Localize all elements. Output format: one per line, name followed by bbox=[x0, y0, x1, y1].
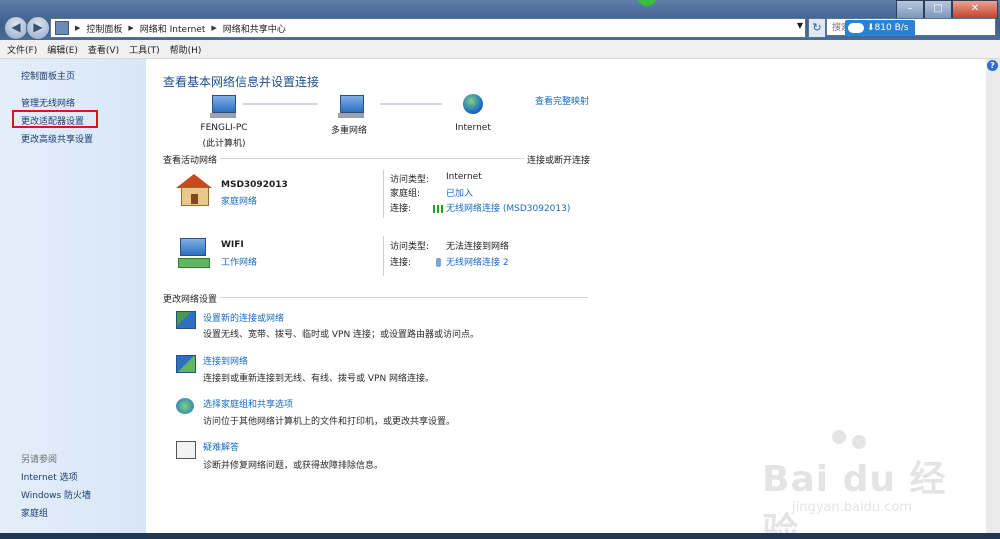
network-type-link[interactable]: 工作网络 bbox=[221, 255, 257, 268]
pc-sub-label: (此计算机) bbox=[202, 139, 246, 149]
connect-disconnect-link[interactable]: 连接或断开连接 bbox=[527, 153, 590, 166]
minimize-button[interactable]: – bbox=[896, 0, 924, 19]
address-dropdown-icon[interactable]: ▼ bbox=[797, 21, 803, 30]
see-also-firewall[interactable]: Windows 防火墙 bbox=[21, 488, 91, 501]
network-type-link[interactable]: 家庭网络 bbox=[221, 194, 257, 207]
access-type-value: Internet bbox=[446, 172, 482, 182]
sidebar-item-manage-wireless[interactable]: 管理无线网络 bbox=[21, 96, 75, 109]
watermark-url: jingyan.baidu.com bbox=[792, 500, 912, 515]
signal-bars-icon bbox=[433, 204, 443, 213]
homegroup-joined-link[interactable]: 已加入 bbox=[446, 186, 473, 199]
sidebar bbox=[0, 59, 146, 539]
menu-view[interactable]: 查看(V) bbox=[88, 43, 119, 56]
internet-label: Internet bbox=[455, 123, 491, 133]
change-settings-heading: 更改网络设置 bbox=[163, 295, 218, 305]
watermark-brand: Bai du 经验 bbox=[762, 459, 947, 539]
menu-bar: 文件(F) 编辑(E) 查看(V) 工具(T) 帮助(H) bbox=[0, 40, 1000, 59]
access-type-value: 无法连接到网络 bbox=[446, 242, 510, 252]
wireless-adapter-icon bbox=[436, 258, 441, 267]
computer-base-icon bbox=[210, 113, 236, 118]
pc-name-label: FENGLI-PC bbox=[200, 123, 248, 133]
network-name: MSD3092013 bbox=[221, 180, 288, 190]
home-network-icon bbox=[176, 174, 212, 206]
breadcrumb-chevron-icon[interactable]: ▶ bbox=[75, 24, 80, 32]
breadcrumb-network-internet[interactable]: 网络和 Internet bbox=[140, 22, 206, 35]
access-type-label: 访问类型: bbox=[390, 242, 430, 252]
address-bar[interactable]: ▶ 控制面板 ▶ 网络和 Internet ▶ 网络和共享中心 ▼ bbox=[50, 18, 806, 38]
speed-widget: ⬇ 810 B/s bbox=[845, 20, 915, 36]
task-troubleshoot-link[interactable]: 疑难解答 bbox=[203, 440, 239, 453]
taskbar-edge bbox=[0, 533, 1000, 539]
section-divider bbox=[220, 158, 524, 159]
wireless-connection-link[interactable]: 无线网络连接 (MSD3092013) bbox=[433, 201, 570, 214]
menu-tools[interactable]: 工具(T) bbox=[129, 43, 160, 56]
window-controls: – □ ✕ bbox=[896, 0, 998, 19]
cloud-icon bbox=[848, 23, 864, 33]
close-button[interactable]: ✕ bbox=[952, 0, 998, 19]
scrollbar[interactable] bbox=[986, 59, 1000, 539]
page-title: 查看基本网络信息并设置连接 bbox=[163, 75, 320, 89]
breadcrumb-chevron-icon[interactable]: ▶ bbox=[128, 24, 133, 32]
vertical-divider bbox=[383, 170, 384, 218]
baidu-watermark: Bai du 经验 jingyan.baidu.com bbox=[762, 430, 962, 539]
connection-label: 连接: bbox=[390, 258, 412, 268]
computer-icon bbox=[212, 95, 236, 113]
control-panel-icon bbox=[55, 21, 69, 35]
task-homegroup-sharing-link[interactable]: 选择家庭组和共享选项 bbox=[203, 397, 293, 410]
download-arrow-icon: ⬇ bbox=[867, 23, 875, 33]
sidebar-item-advanced-sharing[interactable]: 更改高级共享设置 bbox=[21, 132, 93, 145]
task-description: 连接到或重新连接到无线、有线、拨号或 VPN 网络连接。 bbox=[203, 374, 435, 384]
multi-network-label: 多重网络 bbox=[330, 126, 367, 136]
forward-button[interactable]: ▶ bbox=[26, 16, 50, 40]
internet-globe-icon bbox=[463, 94, 483, 114]
connect-network-icon bbox=[176, 355, 196, 373]
sidebar-control-panel-home[interactable]: 控制面板主页 bbox=[21, 69, 75, 82]
speed-value: 810 B/s bbox=[874, 23, 909, 33]
wireless-connection-2-link[interactable]: 无线网络连接 2 bbox=[436, 255, 509, 268]
homegroup-sharing-icon bbox=[176, 398, 194, 414]
network-name: WIFI bbox=[221, 240, 244, 250]
vertical-divider bbox=[383, 236, 384, 276]
highlight-box bbox=[12, 110, 98, 128]
see-also-homegroup[interactable]: 家庭组 bbox=[21, 506, 48, 519]
homegroup-label: 家庭组: bbox=[390, 189, 421, 199]
breadcrumb-chevron-icon[interactable]: ▶ bbox=[211, 24, 216, 32]
task-connect-network-link[interactable]: 连接到网络 bbox=[203, 354, 248, 367]
breadcrumb-network-sharing-center[interactable]: 网络和共享中心 bbox=[223, 22, 286, 35]
task-description: 访问位于其他网络计算机上的文件和打印机，或更改共享设置。 bbox=[203, 417, 456, 427]
task-description: 诊断并修复网络问题，或获得故障排除信息。 bbox=[203, 461, 384, 471]
new-connection-icon bbox=[176, 311, 196, 329]
view-full-map-link[interactable]: 查看完整映射 bbox=[535, 94, 589, 107]
see-also-internet-options[interactable]: Internet 选项 bbox=[21, 470, 78, 483]
multi-network-base-icon bbox=[338, 113, 364, 118]
access-type-label: 访问类型: bbox=[390, 175, 430, 185]
work-network-icon bbox=[178, 238, 210, 268]
breadcrumb-control-panel[interactable]: 控制面板 bbox=[86, 22, 122, 35]
map-line bbox=[243, 103, 318, 105]
refresh-button[interactable]: ↻ bbox=[808, 18, 826, 38]
active-networks-heading: 查看活动网络 bbox=[163, 156, 218, 166]
back-button[interactable]: ◀ bbox=[4, 16, 28, 40]
menu-file[interactable]: 文件(F) bbox=[7, 43, 37, 56]
see-also-heading: 另请参阅 bbox=[21, 455, 58, 465]
menu-edit[interactable]: 编辑(E) bbox=[47, 43, 78, 56]
maximize-button[interactable]: □ bbox=[924, 0, 952, 19]
help-icon[interactable]: ? bbox=[987, 60, 998, 71]
map-line bbox=[380, 103, 442, 105]
section-divider bbox=[220, 297, 588, 298]
task-setup-connection-link[interactable]: 设置新的连接或网络 bbox=[203, 311, 284, 324]
task-description: 设置无线、宽带、拨号、临时或 VPN 连接；或设置路由器或访问点。 bbox=[203, 330, 480, 340]
connection-label: 连接: bbox=[390, 204, 412, 214]
menu-help[interactable]: 帮助(H) bbox=[170, 43, 202, 56]
multi-network-icon bbox=[340, 95, 364, 113]
troubleshoot-icon bbox=[176, 441, 196, 459]
